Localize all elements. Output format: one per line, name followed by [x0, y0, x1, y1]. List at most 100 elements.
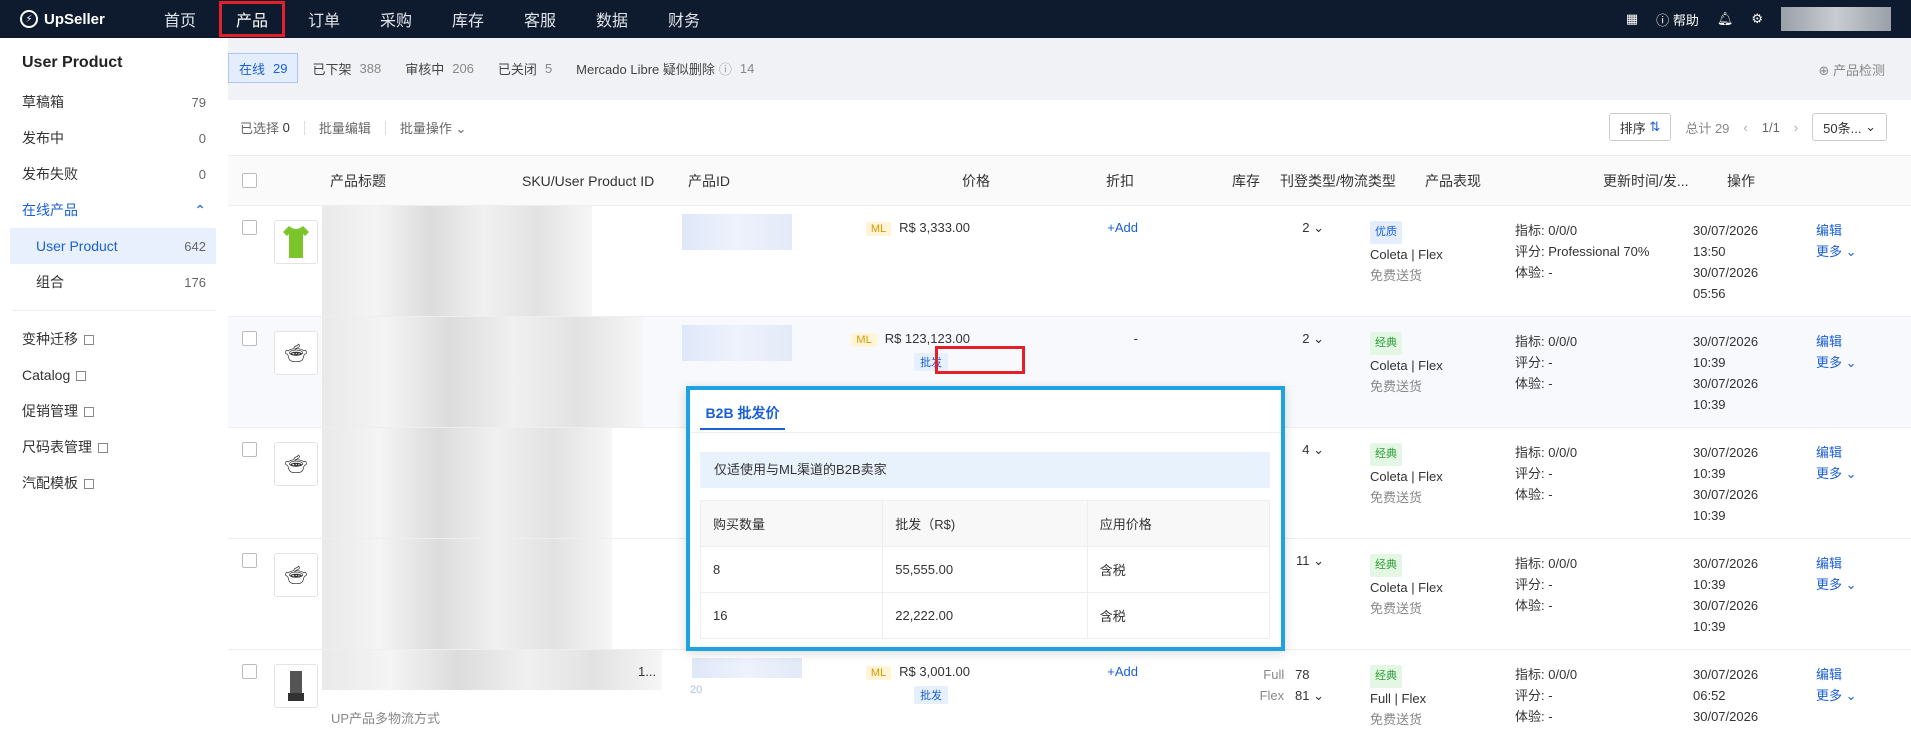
prev-page-button[interactable]: ‹ [1743, 120, 1747, 135]
perf-score: 评分: Professional 70% [1515, 244, 1650, 259]
selected-label: 已选择 [240, 121, 280, 136]
sidebar-item-bundle[interactable]: 组合 176 [0, 264, 228, 300]
more-dropdown[interactable]: 更多 ⌄ [1816, 688, 1857, 703]
nav-products[interactable]: 产品 [216, 0, 288, 38]
sidebar-item-drafts[interactable]: 草稿箱 79 [0, 84, 228, 120]
performance-cell: 指标: 0/0/0 评分: - 体验: - [1515, 428, 1695, 505]
page-size-select[interactable]: 50条... ⌄ [1812, 113, 1887, 141]
blurred-title [322, 317, 642, 427]
bell-icon[interactable]: 🔔︎ [1717, 11, 1734, 27]
more-dropdown[interactable]: 更多 ⌄ [1816, 244, 1857, 259]
sort-icon: ⇅ [1649, 119, 1661, 134]
row-checkbox[interactable] [242, 664, 257, 679]
table-row: 1... 20 UP产品多物流方式 ML R$ 3,001.00 批发 +Add F… [228, 650, 1911, 730]
edit-link[interactable]: 编辑 [1816, 445, 1842, 460]
wholesale-row: 16 22,222.00 含税 [699, 592, 1271, 639]
sidebar-item-publishing[interactable]: 发布中 0 [0, 120, 228, 156]
brand-logo[interactable]: ⚡ UpSeller [20, 10, 144, 28]
published-time: 10:39 [1693, 397, 1726, 412]
perf-experience: 体验: - [1515, 709, 1553, 724]
more-dropdown[interactable]: 更多 ⌄ [1816, 355, 1857, 370]
updated-date: 30/07/2026 [1693, 223, 1759, 238]
sidebar-link-catalog[interactable]: Catalog [0, 357, 228, 393]
product-thumbnail[interactable] [274, 220, 318, 264]
stock-cell[interactable]: Full 78 Flex 81 ⌄ [1228, 650, 1324, 706]
row-checkbox-cell [228, 539, 274, 649]
row-checkbox[interactable] [242, 553, 257, 568]
title-note: UP产品多物流方式 [331, 711, 441, 726]
nav-service[interactable]: 客服 [504, 0, 576, 38]
perf-metric: 指标: 0/0/0 [1515, 556, 1578, 571]
updated-time: 13:50 [1693, 244, 1726, 259]
performance-cell: 指标: 0/0/0 评分: - 体验: - [1515, 317, 1695, 394]
sidebar-item-failed[interactable]: 发布失败 0 [0, 156, 228, 192]
perf-score: 评分: - [1515, 577, 1553, 592]
listing-cell: 经典 Coleta | Flex 免费送货 [1370, 428, 1510, 508]
sidebar-link-variant-migration[interactable]: 变种迁移 [0, 321, 228, 357]
help-link[interactable]: ⓘ 帮助 [1656, 10, 1699, 29]
next-page-button[interactable]: › [1794, 120, 1798, 135]
nav-data[interactable]: 数据 [576, 0, 648, 38]
row-checkbox[interactable] [242, 442, 257, 457]
edit-link[interactable]: 编辑 [1816, 667, 1842, 682]
stock-warehouse-label: Flex [1259, 688, 1285, 703]
gear-icon[interactable]: ⚙ [1751, 11, 1763, 27]
add-discount-link[interactable]: +Add [1058, 650, 1138, 679]
header-checkbox-cell [228, 173, 330, 188]
nav-finance[interactable]: 财务 [648, 0, 720, 38]
tab-closed[interactable]: 已关闭 5 [488, 53, 562, 83]
user-avatar[interactable] [1781, 7, 1891, 31]
tab-label: Mercado Libre 疑似删除 [576, 61, 715, 77]
bulk-ops-dropdown[interactable]: 批量操作 ⌄ [400, 118, 467, 137]
stock-cell[interactable]: 2 ⌄ [1228, 317, 1324, 347]
product-thumbnail[interactable]: 🍲︎ [274, 331, 318, 375]
row-checkbox[interactable] [242, 220, 257, 235]
edit-link[interactable]: 编辑 [1816, 556, 1842, 571]
more-dropdown[interactable]: 更多 ⌄ [1816, 577, 1857, 592]
nav-inventory[interactable]: 库存 [432, 0, 504, 38]
tab-delisted[interactable]: 已下架 388 [302, 53, 391, 83]
nav-purchase[interactable]: 采购 [360, 0, 432, 38]
sidebar-link-promotions[interactable]: 促销管理 [0, 393, 228, 429]
select-all-checkbox[interactable] [242, 173, 257, 188]
nav-orders[interactable]: 订单 [288, 0, 360, 38]
sidebar-item-user-product[interactable]: User Product 642 [10, 228, 216, 264]
edit-link[interactable]: 编辑 [1816, 223, 1842, 238]
product-thumbnail[interactable] [274, 664, 318, 708]
sort-button[interactable]: 排序 ⇅ [1608, 113, 1672, 141]
col-actions: 操作 [1727, 172, 1755, 189]
external-link-icon [84, 335, 94, 345]
sidebar-item-online[interactable]: 在线产品 ⌃ [0, 192, 228, 228]
apps-grid-icon[interactable]: ▦ [1626, 11, 1638, 27]
sidebar-link-auto-parts[interactable]: 汽配模板 [0, 465, 228, 501]
product-thumbnail[interactable]: 🍲︎ [274, 553, 318, 597]
price-cell: 55,555.00 [882, 546, 1088, 593]
logistics-text: Coleta | Flex [1370, 358, 1443, 373]
product-detect-button[interactable]: ⊕ 产品检测 [1818, 60, 1885, 79]
row-checkbox[interactable] [242, 331, 257, 346]
page-indicator: 1/1 [1761, 119, 1780, 135]
main-nav: 首页 产品 订单 采购 库存 客服 数据 财务 [144, 0, 720, 38]
product-image-icon: 🍲︎ [284, 342, 308, 363]
stock-cell[interactable]: 2 ⌄ [1228, 206, 1324, 236]
wholesale-table: 购买数量 批发（R$) 应用价格 8 55,555.00 含税 16 22,22… [699, 500, 1271, 639]
sidebar-item-label: 发布中 [22, 130, 64, 146]
product-thumbnail[interactable]: 🍲︎ [274, 442, 318, 486]
edit-link[interactable]: 编辑 [1816, 334, 1842, 349]
tab-b2b-wholesale[interactable]: B2B 批发价 [700, 400, 785, 430]
nav-home[interactable]: 首页 [144, 0, 216, 38]
wholesale-badge[interactable]: 批发 [914, 686, 948, 704]
perf-experience: 体验: - [1515, 598, 1553, 613]
add-discount-link[interactable]: +Add [1058, 206, 1138, 235]
shipping-text: 免费送货 [1370, 490, 1423, 505]
performance-cell: 指标: 0/0/0 评分: Professional 70% 体验: - [1515, 206, 1695, 283]
sort-label: 排序 [1619, 120, 1646, 136]
tab-online[interactable]: 在线 29 [228, 53, 299, 83]
tab-suspected-deleted[interactable]: Mercado Libre 疑似删除 ⓘ 14 [566, 53, 764, 83]
bulk-edit-button[interactable]: 批量编辑 [319, 118, 371, 137]
updated-date: 30/07/2026 [1693, 445, 1759, 460]
more-dropdown[interactable]: 更多 ⌄ [1816, 466, 1857, 481]
updated-time: 06:52 [1693, 688, 1726, 703]
sidebar-link-size-chart[interactable]: 尺码表管理 [0, 429, 228, 465]
tab-reviewing[interactable]: 审核中 206 [395, 53, 484, 83]
